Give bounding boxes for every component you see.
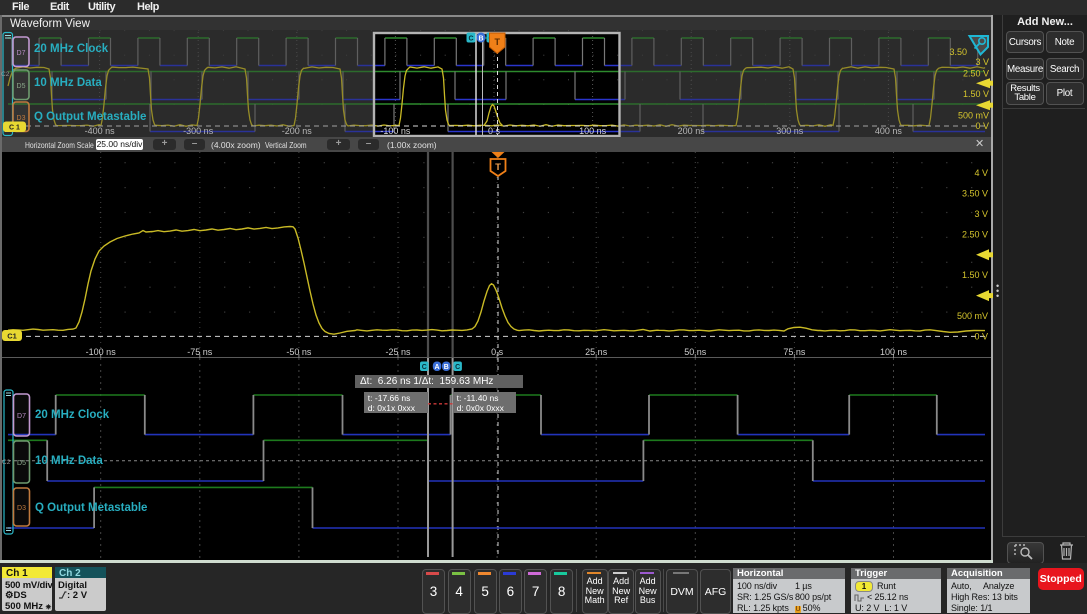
svg-text:0 V: 0 V: [975, 121, 989, 131]
svg-text:2.50 V: 2.50 V: [962, 229, 988, 239]
svg-text:C 1: C 1: [9, 125, 20, 132]
svg-text:Q Output Metastable: Q Output Metastable: [35, 502, 147, 514]
svg-text:-50 ns: -50 ns: [286, 347, 312, 357]
svg-text:D5: D5: [17, 460, 26, 467]
svg-text:-100 ns: -100 ns: [86, 347, 117, 357]
svg-text:B: B: [444, 364, 449, 371]
svg-text:D7: D7: [17, 50, 26, 57]
svg-text:-400 ns: -400 ns: [85, 126, 116, 136]
svg-text:100 ns: 100 ns: [579, 126, 607, 136]
svg-text:200 ns: 200 ns: [678, 126, 706, 136]
svg-text:C: C: [468, 36, 473, 43]
svg-text:C2: C2: [2, 459, 11, 466]
svg-text:C: C: [422, 364, 427, 371]
svg-text:D5: D5: [17, 83, 26, 90]
svg-text:20 MHz Clock: 20 MHz Clock: [35, 409, 110, 421]
svg-text:0 s: 0 s: [488, 126, 501, 136]
svg-text:300 ns: 300 ns: [776, 126, 804, 136]
svg-text:20 MHz Clock: 20 MHz Clock: [34, 43, 109, 55]
svg-text:3.50 V: 3.50 V: [962, 189, 988, 199]
svg-text:-200 ns: -200 ns: [282, 126, 313, 136]
svg-text:100 ns: 100 ns: [880, 347, 908, 357]
svg-text:0 V: 0 V: [974, 331, 988, 341]
svg-text:2.50 V: 2.50 V: [963, 68, 989, 78]
svg-text:1.50 V: 1.50 V: [962, 270, 988, 280]
svg-text:4 V: 4 V: [974, 168, 988, 178]
svg-text:B: B: [478, 36, 483, 43]
svg-text:25 ns: 25 ns: [585, 347, 608, 357]
svg-text:500 mV: 500 mV: [958, 111, 989, 121]
svg-text:3 V: 3 V: [974, 209, 988, 219]
svg-text:C2: C2: [1, 71, 10, 78]
svg-text:10 MHz Data: 10 MHz Data: [34, 77, 102, 89]
svg-text:Q Output Metastable: Q Output Metastable: [34, 111, 146, 123]
svg-text:75 ns: 75 ns: [783, 347, 806, 357]
svg-text:D3: D3: [17, 505, 26, 512]
svg-text:1.50 V: 1.50 V: [963, 89, 989, 99]
svg-text:D3: D3: [17, 115, 26, 122]
svg-text:400 ns: 400 ns: [875, 126, 903, 136]
svg-text:-75 ns: -75 ns: [187, 347, 213, 357]
svg-text:3 V: 3 V: [975, 57, 989, 67]
svg-text:50 ns: 50 ns: [684, 347, 707, 357]
svg-text:0 s: 0 s: [491, 347, 504, 357]
svg-text:A: A: [435, 364, 440, 371]
svg-text:T: T: [494, 37, 500, 47]
svg-text:-25 ns: -25 ns: [385, 347, 411, 357]
svg-text:10 MHz Data: 10 MHz Data: [35, 455, 103, 467]
svg-text:-300 ns: -300 ns: [183, 126, 214, 136]
svg-text:500 mV: 500 mV: [957, 311, 988, 321]
svg-text:3.50: 3.50: [949, 47, 967, 57]
svg-text:C: C: [455, 364, 460, 371]
svg-text:-100 ns: -100 ns: [380, 126, 411, 136]
svg-text:C1: C1: [7, 332, 17, 341]
svg-text:T: T: [495, 162, 501, 173]
svg-text:D7: D7: [17, 413, 26, 420]
